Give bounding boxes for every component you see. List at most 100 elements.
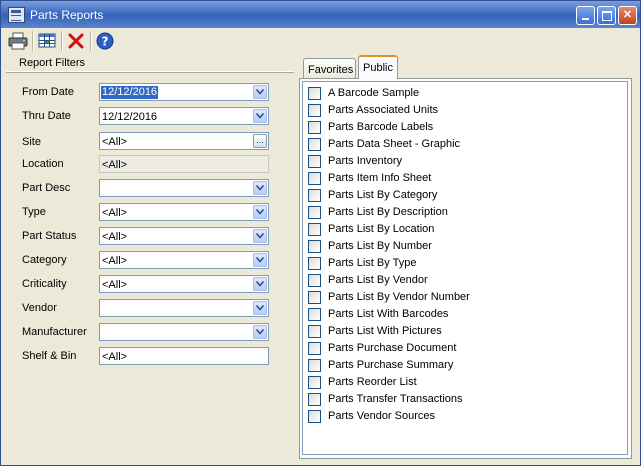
report-checkbox[interactable] (308, 87, 321, 100)
report-checkbox[interactable] (308, 189, 321, 202)
report-checkbox[interactable] (308, 104, 321, 117)
close-button[interactable]: ✕ (618, 6, 637, 25)
delete-button[interactable] (65, 31, 87, 51)
part-status-label: Part Status (22, 230, 77, 242)
report-checkbox[interactable] (308, 240, 321, 253)
report-tabs: Favorites Public (303, 55, 633, 79)
report-checkbox[interactable] (308, 155, 321, 168)
from-date-dropdown-button[interactable] (253, 85, 267, 99)
report-checkbox[interactable] (308, 410, 321, 423)
report-list-item[interactable]: Parts Inventory (308, 153, 608, 170)
location-value: <All> (102, 159, 128, 171)
report-list-item[interactable]: Parts Reorder List (308, 374, 608, 391)
report-list-item[interactable]: Parts List With Barcodes (308, 306, 608, 323)
report-checkbox[interactable] (308, 257, 321, 270)
site-field[interactable]: <All> ... (99, 132, 269, 150)
vendor-dropdown-button[interactable] (253, 301, 267, 315)
report-list-item[interactable]: Parts Data Sheet - Graphic (308, 136, 608, 153)
criticality-dropdown-button[interactable] (253, 277, 267, 291)
site-label: Site (22, 136, 41, 148)
report-list-item[interactable]: Parts Item Info Sheet (308, 170, 608, 187)
report-label: Parts Transfer Transactions (328, 393, 463, 405)
report-list-item[interactable]: A Barcode Sample (308, 85, 608, 102)
report-list-item[interactable]: Parts List By Vendor (308, 272, 608, 289)
minimize-button[interactable] (576, 6, 595, 25)
from-date-field[interactable]: 12/12/2016 (99, 83, 269, 101)
report-checkbox[interactable] (308, 223, 321, 236)
report-list-item[interactable]: Parts Barcode Labels (308, 119, 608, 136)
report-list-item[interactable]: Parts Transfer Transactions (308, 391, 608, 408)
vendor-label: Vendor (22, 302, 57, 314)
report-list-item[interactable]: Parts List By Number (308, 238, 608, 255)
report-list-item[interactable]: Parts List By Vendor Number (308, 289, 608, 306)
report-checkbox[interactable] (308, 342, 321, 355)
report-label: Parts Associated Units (328, 104, 439, 116)
manufacturer-dropdown-button[interactable] (253, 325, 267, 339)
toolbar-separator (90, 31, 92, 51)
report-label: Parts Reorder List (328, 376, 417, 388)
report-checkbox[interactable] (308, 291, 321, 304)
toolbar-separator (61, 31, 63, 51)
category-select[interactable]: <All> (99, 251, 269, 269)
report-label: Parts List By Vendor (328, 274, 428, 286)
thru-date-field[interactable]: 12/12/2016 (99, 107, 269, 125)
site-browse-button[interactable]: ... (253, 134, 267, 148)
report-label: Parts List With Barcodes (328, 308, 449, 320)
report-list-item[interactable]: Parts Purchase Summary (308, 357, 608, 374)
chevron-down-icon (256, 233, 264, 239)
thru-date-label: Thru Date (22, 110, 71, 122)
category-dropdown-button[interactable] (253, 253, 267, 267)
report-list-item[interactable]: Parts Associated Units (308, 102, 608, 119)
part-desc-dropdown-button[interactable] (253, 181, 267, 195)
from-date-label: From Date (22, 86, 74, 98)
category-value: <All> (102, 255, 128, 267)
grid-view-icon (38, 33, 56, 48)
report-label: Parts Inventory (328, 155, 402, 167)
close-icon: ✕ (622, 9, 633, 21)
report-checkbox[interactable] (308, 172, 321, 185)
part-status-dropdown-button[interactable] (253, 229, 267, 243)
report-checkbox[interactable] (308, 206, 321, 219)
report-list-item[interactable]: Parts List By Category (308, 187, 608, 204)
chevron-down-icon (256, 209, 264, 215)
help-button[interactable]: ? (94, 31, 116, 51)
report-list-item[interactable]: Parts List By Description (308, 204, 608, 221)
report-label: Parts Data Sheet - Graphic (328, 138, 461, 150)
thru-date-dropdown-button[interactable] (253, 109, 267, 123)
report-list-item[interactable]: Parts Vendor Sources (308, 408, 608, 425)
report-label: Parts List By Vendor Number (328, 291, 470, 303)
tab-public[interactable]: Public (358, 55, 398, 79)
manufacturer-select[interactable] (99, 323, 269, 341)
report-checkbox[interactable] (308, 359, 321, 372)
vendor-select[interactable] (99, 299, 269, 317)
report-list-item[interactable]: Parts List By Location (308, 221, 608, 238)
part-status-select[interactable]: <All> (99, 227, 269, 245)
report-label: Parts List By Type (328, 257, 417, 269)
toolbar-separator (32, 31, 34, 51)
shelf-bin-input[interactable]: <All> (99, 347, 269, 365)
report-checkbox[interactable] (308, 121, 321, 134)
report-checkbox[interactable] (308, 308, 321, 321)
report-list-item[interactable]: Parts List With Pictures (308, 323, 608, 340)
print-button[interactable] (7, 31, 29, 51)
criticality-select[interactable]: <All> (99, 275, 269, 293)
part-desc-select[interactable] (99, 179, 269, 197)
report-label: A Barcode Sample (328, 87, 420, 99)
public-tab-panel: A Barcode Sample Parts Associated Units Pa… (299, 78, 632, 459)
grid-view-button[interactable] (36, 31, 58, 51)
report-checkbox[interactable] (308, 138, 321, 151)
maximize-button[interactable] (597, 6, 616, 25)
report-checkbox[interactable] (308, 376, 321, 389)
type-label: Type (22, 206, 46, 218)
title-bar[interactable]: Parts Reports ✕ (1, 1, 640, 28)
minimize-icon (582, 18, 589, 20)
type-dropdown-button[interactable] (253, 205, 267, 219)
tab-favorites[interactable]: Favorites (303, 58, 356, 78)
report-list-item[interactable]: Parts Purchase Document (308, 340, 608, 357)
type-select[interactable]: <All> (99, 203, 269, 221)
site-value: <All> (102, 136, 128, 148)
report-list-item[interactable]: Parts List By Type (308, 255, 608, 272)
report-checkbox[interactable] (308, 274, 321, 287)
report-checkbox[interactable] (308, 393, 321, 406)
report-checkbox[interactable] (308, 325, 321, 338)
